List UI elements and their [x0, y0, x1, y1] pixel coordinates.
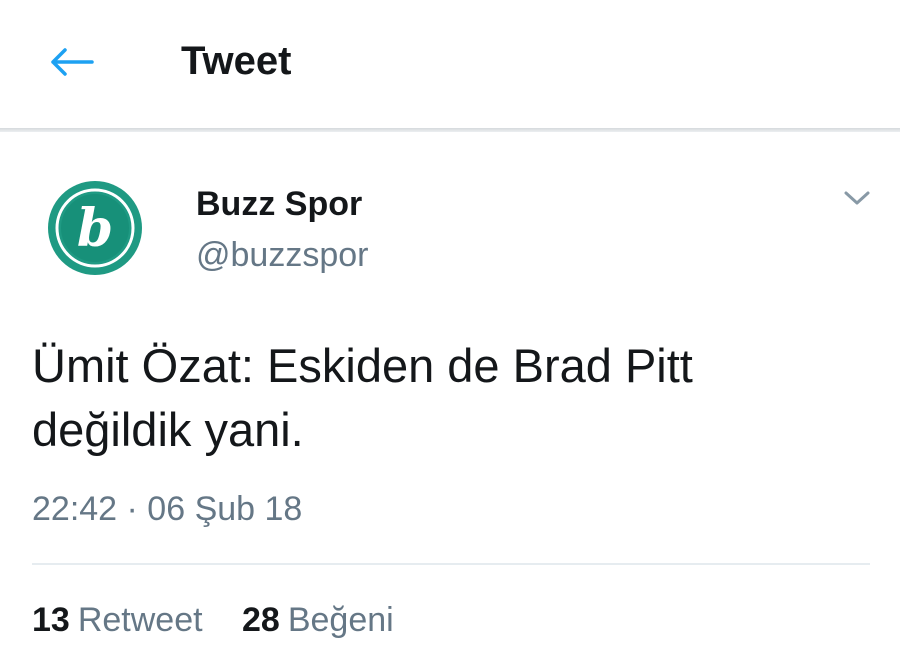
top-bar: Tweet — [0, 0, 900, 128]
tweet-menu-button[interactable] — [840, 184, 874, 212]
tweet-timestamp: 22:42 · 06 Şub 18 — [32, 490, 303, 528]
header-divider — [0, 128, 900, 132]
page-title: Tweet — [181, 39, 292, 83]
tweet-stats: 13 Retweet 28 Beğeni — [32, 598, 394, 642]
back-button[interactable] — [44, 40, 98, 84]
likes-label: Beğeni — [287, 601, 394, 639]
arrow-left-icon — [51, 48, 94, 76]
retweets-label: Retweet — [77, 601, 203, 639]
tweet-text: Ümit Özat: Eskiden de Brad Pitt değildik… — [32, 334, 872, 462]
likes-stat[interactable]: 28 Beğeni — [242, 598, 394, 642]
tweet-text-line: Ümit Özat: Eskiden de Brad Pitt — [32, 339, 693, 392]
tweet-detail-screen: Tweet b Buzz Spor @buzzspor Ümit Özat: E… — [0, 0, 900, 669]
avatar-letter: b — [77, 198, 113, 259]
likes-count: 28 — [242, 601, 280, 639]
author-handle[interactable]: @buzzspor — [196, 234, 368, 276]
retweets-count: 13 — [32, 601, 70, 639]
avatar[interactable]: b — [47, 180, 143, 276]
divider — [32, 563, 870, 565]
retweets-stat[interactable]: 13 Retweet — [32, 598, 203, 642]
chevron-down-icon — [844, 191, 870, 205]
author-name[interactable]: Buzz Spor — [196, 184, 362, 224]
tweet-text-line: değildik yani. — [32, 403, 304, 456]
